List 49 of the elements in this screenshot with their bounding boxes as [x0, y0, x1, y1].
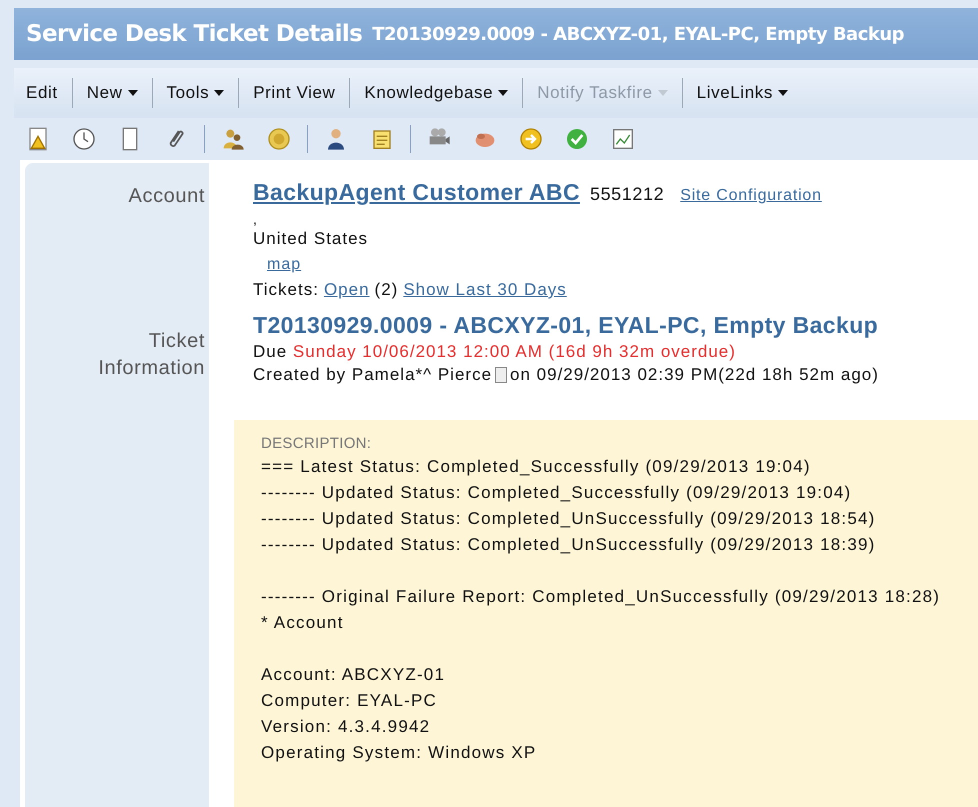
caret-icon: [128, 90, 138, 96]
phone-number: 5551212: [590, 184, 664, 205]
checkmark-icon[interactable]: [565, 127, 589, 151]
country-text: United States: [253, 228, 370, 250]
due-label: Due: [253, 342, 288, 361]
description-line: === Latest Status: Completed_Successfully (09/29/2013 19:04): [261, 456, 812, 478]
description-line: Account: ABCXYZ-01: [261, 664, 446, 686]
description-line: Version: 4.3.4.9942: [261, 716, 432, 738]
map-link[interactable]: map: [267, 256, 302, 273]
description-heading: DESCRIPTION:: [261, 434, 372, 454]
chart-icon[interactable]: [611, 127, 635, 151]
description-line: -------- Updated Status: Completed_UnSuccessfully (09/29/2013 18:54): [261, 508, 877, 530]
caret-icon: [658, 90, 668, 96]
description-line: -------- Updated Status: Completed_UnSuccessfully (09/29/2013 18:39): [261, 534, 877, 556]
note-icon[interactable]: [495, 367, 508, 383]
address-line: ,: [253, 212, 259, 226]
ticket-subtitle: T20130929.0009 - ABCXYZ-01, EYAL-PC, Empty Backup: [372, 24, 904, 44]
window-title: Service Desk Ticket Details: [26, 21, 362, 47]
caret-icon: [778, 90, 788, 96]
menu-item[interactable]: New: [78, 79, 146, 107]
description-line: * Account: [261, 612, 345, 634]
created-date-text: on 09/29/2013 02:39 PM(22d 18h 52m ago): [510, 364, 879, 386]
description-line: -------- Updated Status: Completed_Successfully (09/29/2013 19:04): [261, 482, 852, 504]
open-tickets-link[interactable]: Open: [324, 277, 370, 302]
last-30-days-link[interactable]: Show Last 30 Days: [403, 277, 567, 302]
field-label: Information: [98, 356, 205, 381]
caret-icon: [214, 90, 224, 96]
due-date: Sunday 10/06/2013 12:00 AM (16d 9h 32m overdue): [292, 342, 736, 361]
clock-icon[interactable]: [72, 127, 96, 151]
created-by-text: Created by Pamela*^ Pierce: [253, 364, 492, 386]
ticket-count: (2): [374, 279, 398, 301]
menu-item[interactable]: Edit: [18, 79, 66, 107]
people-icon[interactable]: [221, 127, 245, 151]
field-label: Account: [128, 185, 206, 208]
coin-icon[interactable]: [267, 127, 291, 151]
description-line: -------- Original Failure Report: Completed_UnSuccessfully (09/29/2013 18:28): [261, 586, 942, 608]
menu-item[interactable]: Tools: [158, 79, 232, 107]
field-label: Ticket: [148, 329, 205, 354]
account-link[interactable]: BackupAgent Customer ABC: [253, 179, 580, 206]
menu-item[interactable]: Print View: [245, 79, 344, 107]
tickets-label: Tickets:: [253, 279, 319, 301]
arrow-circle-icon[interactable]: [519, 127, 543, 151]
description-line: Computer: EYAL-PC: [261, 690, 438, 712]
caret-icon: [498, 90, 508, 96]
description-line: Operating System: Windows XP: [261, 742, 538, 764]
menu-item[interactable]: Knowledgebase: [356, 79, 516, 107]
menu-item[interactable]: LiveLinks: [688, 79, 796, 107]
ticket-title: T20130929.0009 - ABCXYZ-01, EYAL-PC, Empty Backup: [253, 312, 880, 339]
site-configuration-link[interactable]: Site Configuration: [680, 187, 822, 205]
